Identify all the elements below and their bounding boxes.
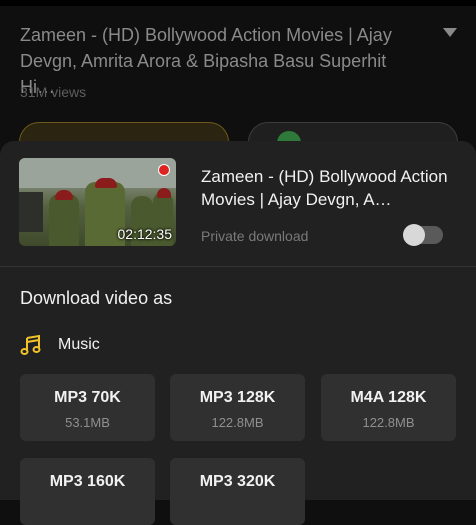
option-size: 122.8MB <box>211 415 264 430</box>
view-count: 31M views <box>20 84 87 100</box>
download-option-m4a-128k[interactable]: M4A 128K 122.8MB <box>321 374 456 441</box>
thumbnail-cap <box>157 188 171 198</box>
download-sheet: 02:12:35 Zameen - (HD) Bollywood Action … <box>0 141 476 525</box>
thumbnail-vehicle <box>19 192 43 232</box>
option-quality: M4A 128K <box>350 389 427 406</box>
thumbnail-cap <box>95 178 117 188</box>
download-option-mp3-70k[interactable]: MP3 70K 53.1MB <box>20 374 155 441</box>
section-title: Download video as <box>20 288 173 308</box>
music-label: Music <box>58 336 100 353</box>
music-note-icon <box>20 334 41 355</box>
thumbnail-figure <box>49 194 79 246</box>
thumbnail-cap <box>55 190 73 200</box>
option-quality: MP3 128K <box>199 389 276 406</box>
option-quality: MP3 70K <box>54 389 121 406</box>
divider <box>0 266 476 267</box>
download-option-mp3-160k[interactable]: MP3 160K <box>20 458 155 525</box>
toggle-knob <box>403 224 425 246</box>
download-option-mp3-320k[interactable]: MP3 320K <box>170 458 305 525</box>
private-download-label: Private download <box>201 228 309 244</box>
video-header: Zameen - (HD) Bollywood Action Movies | … <box>0 0 476 164</box>
sheet-video-title: Zameen - (HD) Bollywood Action Movies | … <box>201 167 448 209</box>
chevron-down-icon[interactable] <box>443 28 457 37</box>
download-option-mp3-128k[interactable]: MP3 128K 122.8MB <box>170 374 305 441</box>
option-size: 53.1MB <box>65 415 110 430</box>
option-quality: MP3 320K <box>199 473 276 490</box>
private-download-toggle[interactable] <box>403 224 443 246</box>
option-size: 122.8MB <box>362 415 415 430</box>
video-thumbnail: 02:12:35 <box>19 158 176 246</box>
channel-logo-icon <box>158 164 170 176</box>
option-quality: MP3 160K <box>49 473 126 490</box>
status-strip <box>0 0 476 6</box>
video-duration: 02:12:35 <box>117 226 173 242</box>
